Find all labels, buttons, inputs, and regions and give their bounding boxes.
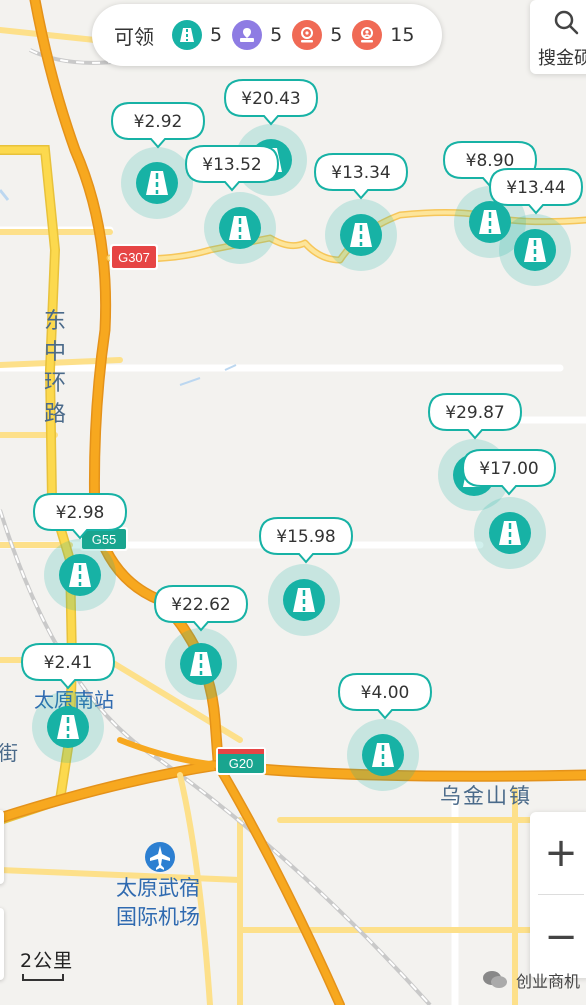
- watermark: 创业商机: [482, 968, 580, 992]
- summary-group-location-card[interactable]: 5: [232, 20, 282, 50]
- wechat-icon: [483, 971, 507, 988]
- summary-group-map-pin[interactable]: 5: [292, 20, 342, 50]
- search-icon: [554, 10, 579, 35]
- scale-label: 2公里: [20, 950, 74, 972]
- left-control-top[interactable]: [0, 810, 4, 884]
- price-label: ¥8.90: [466, 151, 515, 171]
- map-canvas[interactable]: G307 G55 G20 东中环路 太原南站 乌金山镇 大街 太原武宿 国际机场…: [0, 0, 586, 1005]
- summary-count-road: 5: [210, 24, 223, 46]
- price-label: ¥20.43: [241, 89, 300, 109]
- summary-group-road[interactable]: 5: [172, 20, 222, 50]
- summary-count-location-card: 5: [270, 24, 283, 46]
- left-control-bottom[interactable]: [0, 908, 4, 980]
- svg-text:太原武宿: 太原武宿: [116, 876, 200, 900]
- price-label: ¥2.92: [134, 112, 183, 132]
- price-label: ¥22.62: [171, 595, 230, 615]
- price-label: ¥29.87: [445, 403, 504, 423]
- summary-label: 可领: [114, 24, 154, 49]
- svg-text:G307: G307: [118, 250, 150, 265]
- summary-count-map-pin: 5: [330, 24, 343, 46]
- location-card-icon: [232, 20, 263, 50]
- zoom-divider: [538, 894, 584, 895]
- zoom-in-button[interactable]: +: [530, 812, 586, 894]
- person-pin-icon: [352, 20, 383, 50]
- price-label: ¥13.34: [331, 163, 390, 183]
- summary-group-person-pin[interactable]: 15: [352, 20, 414, 50]
- reward-summary-bar: 可领 5 5 5 15: [92, 4, 442, 66]
- zoom-out-button[interactable]: −: [530, 896, 586, 978]
- watermark-label: 创业商机: [516, 972, 581, 991]
- price-label: ¥13.52: [202, 155, 261, 175]
- search-button[interactable]: 搜金硕: [530, 0, 586, 74]
- label-street: 大街: [0, 741, 18, 765]
- price-label: ¥17.00: [479, 459, 538, 479]
- svg-text:国际机场: 国际机场: [116, 905, 200, 929]
- shield-g20: G20: [216, 747, 266, 775]
- price-label: ¥15.98: [276, 527, 335, 547]
- price-label: ¥2.98: [56, 503, 105, 523]
- summary-count-person-pin: 15: [390, 24, 415, 46]
- svg-text:G20: G20: [229, 756, 254, 771]
- price-label: ¥13.44: [506, 178, 565, 198]
- zoom-controls: + −: [530, 812, 586, 978]
- road-icon: [172, 20, 202, 50]
- shield-g307: G307: [110, 244, 158, 270]
- scale-bar: [22, 974, 64, 981]
- map-pin-icon: [292, 20, 323, 50]
- price-label: ¥2.41: [44, 653, 93, 673]
- price-label: ¥4.00: [361, 683, 410, 703]
- search-button-label: 搜金硕: [538, 48, 586, 69]
- label-town: 乌金山镇: [440, 784, 532, 808]
